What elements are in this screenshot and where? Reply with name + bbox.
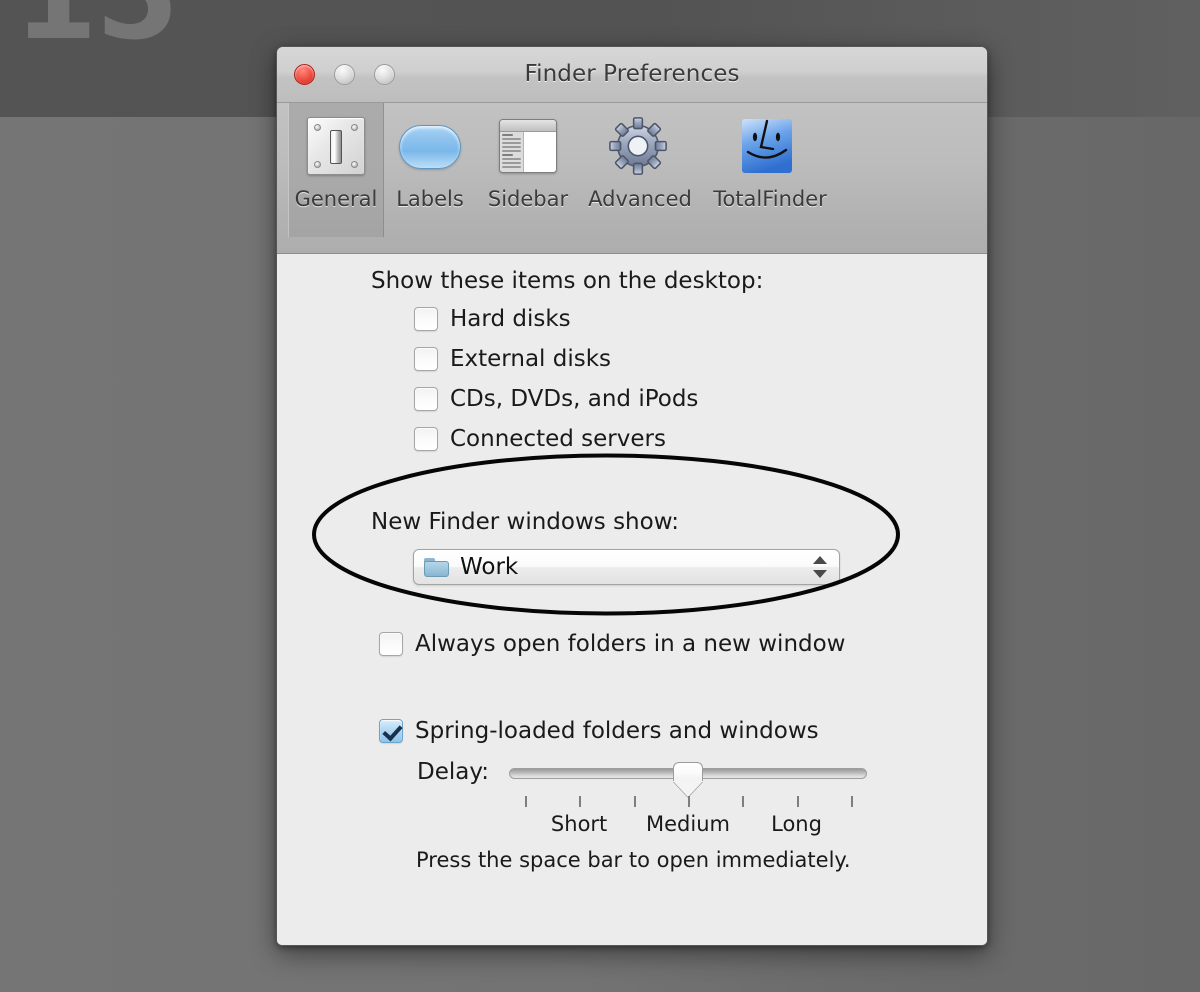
delay-slider[interactable]: [509, 762, 867, 797]
checkbox-connected-servers-label: Connected servers: [450, 426, 666, 452]
checkbox-always-open-new-window-box[interactable]: [379, 632, 403, 656]
gear-icon: [607, 113, 673, 179]
tab-general-label: General: [294, 187, 378, 211]
general-preferences-pane: Show these items on the desktop: Hard di…: [277, 254, 987, 945]
checkbox-spring-loaded-folders-box[interactable]: [379, 719, 403, 743]
delay-slider-tick: [688, 796, 690, 807]
folder-icon: [424, 557, 449, 577]
checkbox-external-disks[interactable]: External disks: [414, 346, 611, 372]
tab-labels[interactable]: Labels: [384, 103, 476, 237]
switch-plate-icon: [303, 113, 369, 179]
checkbox-spring-loaded-folders-label: Spring-loaded folders and windows: [415, 718, 819, 744]
new-finder-windows-heading: New Finder windows show:: [371, 509, 680, 535]
preferences-toolbar: General Labels Sidebar Advanced TotalFin…: [277, 103, 987, 254]
delay-slider-tick: [633, 796, 636, 807]
sidebar-window-icon: [495, 113, 561, 179]
tab-sidebar-label: Sidebar: [487, 187, 569, 211]
spring-loaded-hint: Press the space bar to open immediately.: [416, 848, 851, 872]
checkbox-cds-dvds-ipods-box[interactable]: [414, 387, 438, 411]
checkbox-hard-disks-box[interactable]: [414, 307, 438, 331]
window-titlebar[interactable]: Finder Preferences: [277, 47, 987, 103]
delay-slider-thumb[interactable]: [673, 762, 703, 797]
tab-general[interactable]: General: [288, 103, 384, 237]
checkbox-external-disks-label: External disks: [450, 346, 612, 372]
popup-updown-arrows-icon[interactable]: [813, 554, 827, 580]
checkbox-cds-dvds-ipods[interactable]: CDs, DVDs, and iPods: [414, 386, 698, 412]
delay-label: Delay:: [417, 759, 490, 785]
delay-slider-tick: [796, 796, 799, 807]
checkbox-cds-dvds-ipods-label: CDs, DVDs, and iPods: [450, 386, 699, 412]
tab-totalfinder-label: TotalFinder: [713, 187, 827, 211]
new-finder-windows-popup-value: Work: [460, 554, 519, 580]
delay-slider-tick: [579, 796, 582, 807]
delay-tick-label-short: Short: [550, 812, 608, 836]
checkbox-spring-loaded-folders[interactable]: Spring-loaded folders and windows: [379, 718, 819, 744]
finder-face-icon: [737, 113, 803, 179]
tab-advanced[interactable]: Advanced: [580, 103, 700, 237]
checkbox-always-open-new-window[interactable]: Always open folders in a new window: [379, 631, 846, 657]
delay-tick-label-medium: Medium: [646, 812, 730, 836]
checkbox-hard-disks-label: Hard disks: [450, 306, 571, 332]
label-pill-icon: [397, 113, 463, 179]
checkbox-external-disks-box[interactable]: [414, 347, 438, 371]
delay-slider-ticks: [509, 796, 867, 808]
delay-tick-label-long: Long: [771, 812, 822, 836]
delay-slider-tick: [742, 796, 745, 807]
window-title: Finder Preferences: [524, 61, 740, 87]
new-finder-windows-popup[interactable]: Work: [413, 549, 840, 585]
checkbox-always-open-new-window-label: Always open folders in a new window: [415, 631, 846, 657]
tab-sidebar[interactable]: Sidebar: [476, 103, 580, 237]
checkbox-hard-disks[interactable]: Hard disks: [414, 306, 571, 332]
finder-preferences-window: Finder Preferences General Labels Sideba…: [276, 46, 988, 946]
delay-slider-tick: [851, 796, 853, 807]
tab-labels-label: Labels: [396, 187, 464, 211]
desktop-background: 15 Finder Preferences General: [0, 0, 1200, 992]
tab-totalfinder[interactable]: TotalFinder: [700, 103, 840, 237]
background-partial-glyph: 15: [14, 0, 179, 58]
checkbox-connected-servers-box[interactable]: [414, 427, 438, 451]
tab-advanced-label: Advanced: [588, 187, 692, 211]
desktop-items-heading: Show these items on the desktop:: [371, 268, 764, 294]
checkbox-connected-servers[interactable]: Connected servers: [414, 426, 666, 452]
delay-slider-tick: [525, 796, 527, 807]
